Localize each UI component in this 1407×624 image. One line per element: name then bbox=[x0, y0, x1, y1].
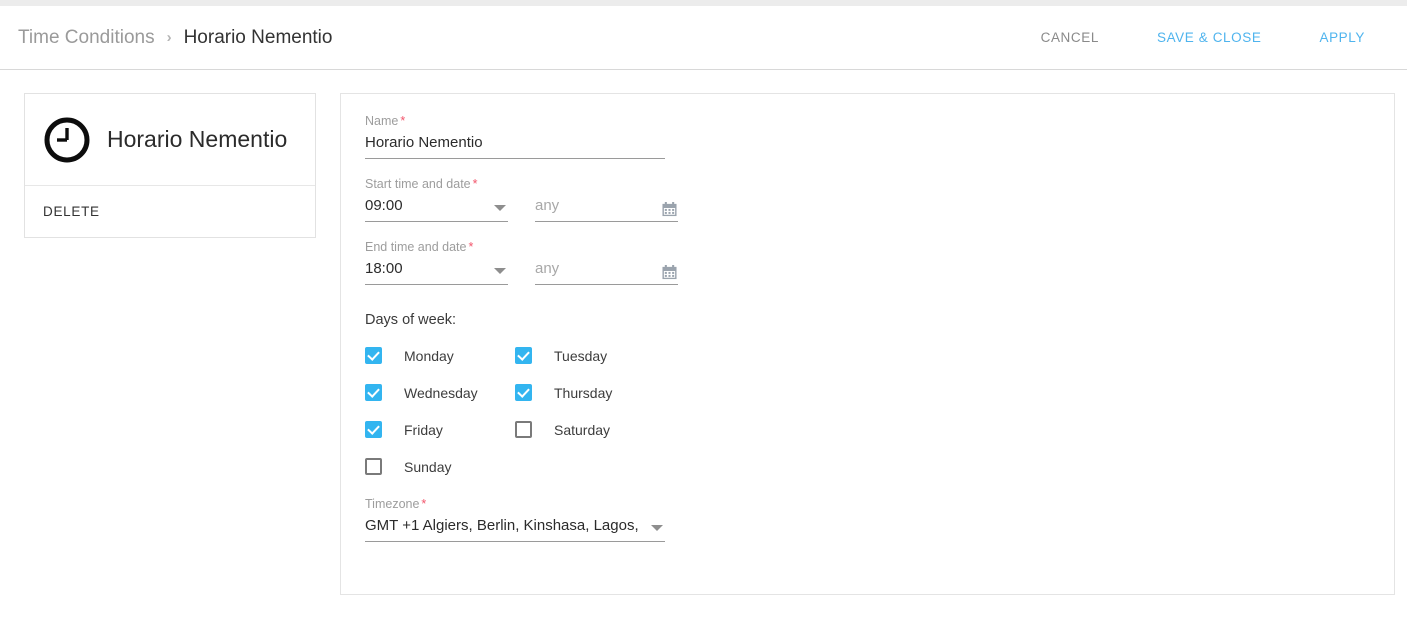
entity-title: Horario Nementio bbox=[107, 126, 287, 153]
timezone-select-wrap bbox=[365, 517, 665, 542]
name-label-text: Name bbox=[365, 114, 398, 128]
header-actions: CANCEL SAVE & CLOSE APPLY bbox=[1027, 22, 1389, 53]
day-checkbox-saturday[interactable]: Saturday bbox=[515, 421, 665, 438]
day-checkbox-tuesday[interactable]: Tuesday bbox=[515, 347, 665, 364]
day-checkbox-monday[interactable]: Monday bbox=[365, 347, 515, 364]
end-date-wrap bbox=[535, 260, 678, 285]
checkbox-checked-icon[interactable] bbox=[365, 347, 382, 364]
checkbox-checked-icon[interactable] bbox=[515, 384, 532, 401]
name-label: Name* bbox=[365, 114, 1394, 128]
start-inputs-row bbox=[365, 197, 1394, 222]
start-label-text: Start time and date bbox=[365, 177, 471, 191]
day-label: Sunday bbox=[404, 459, 451, 475]
entity-summary-card: Horario Nementio DELETE bbox=[24, 93, 316, 238]
end-date-input[interactable] bbox=[535, 260, 678, 285]
name-input[interactable] bbox=[365, 134, 665, 159]
cancel-button[interactable]: CANCEL bbox=[1027, 22, 1113, 53]
end-label-text: End time and date bbox=[365, 240, 466, 254]
start-field-block: Start time and date* bbox=[365, 177, 1394, 222]
entity-summary-actions: DELETE bbox=[25, 186, 315, 237]
day-label: Friday bbox=[404, 422, 443, 438]
required-asterisk: * bbox=[421, 497, 426, 511]
checkbox-unchecked-icon[interactable] bbox=[365, 458, 382, 475]
required-asterisk: * bbox=[473, 177, 478, 191]
end-field-block: End time and date* bbox=[365, 240, 1394, 285]
apply-button[interactable]: APPLY bbox=[1305, 22, 1379, 53]
day-checkbox-thursday[interactable]: Thursday bbox=[515, 384, 665, 401]
end-label: End time and date* bbox=[365, 240, 1394, 254]
day-checkbox-friday[interactable]: Friday bbox=[365, 421, 515, 438]
timezone-field-block: Timezone* bbox=[365, 497, 1394, 542]
days-of-week-label: Days of week: bbox=[365, 312, 1394, 328]
days-row: Wednesday Thursday bbox=[365, 384, 675, 401]
chevron-right-icon: › bbox=[167, 30, 172, 45]
checkbox-checked-icon[interactable] bbox=[365, 384, 382, 401]
end-time-select[interactable] bbox=[365, 260, 508, 285]
timezone-select[interactable] bbox=[365, 517, 665, 542]
day-label: Wednesday bbox=[404, 385, 478, 401]
time-condition-form: Name* Start time and date* bbox=[340, 93, 1395, 595]
start-time-select[interactable] bbox=[365, 197, 508, 222]
breadcrumb: Time Conditions › Horario Nementio bbox=[18, 28, 332, 47]
days-row: Friday Saturday bbox=[365, 421, 675, 438]
name-field-block: Name* bbox=[365, 114, 1394, 159]
start-time-select-wrap bbox=[365, 197, 508, 222]
start-date-input[interactable] bbox=[535, 197, 678, 222]
day-label: Monday bbox=[404, 348, 454, 364]
clock-icon bbox=[43, 116, 91, 164]
timezone-label: Timezone* bbox=[365, 497, 1394, 511]
day-label: Saturday bbox=[554, 422, 610, 438]
days-row: Sunday bbox=[365, 458, 675, 475]
breadcrumb-parent-link[interactable]: Time Conditions bbox=[18, 28, 155, 47]
end-inputs-row bbox=[365, 260, 1394, 285]
day-checkbox-sunday[interactable]: Sunday bbox=[365, 458, 515, 475]
checkbox-checked-icon[interactable] bbox=[365, 421, 382, 438]
required-asterisk: * bbox=[400, 114, 405, 128]
end-time-select-wrap bbox=[365, 260, 508, 285]
day-label: Tuesday bbox=[554, 348, 607, 364]
day-label: Thursday bbox=[554, 385, 612, 401]
delete-button[interactable]: DELETE bbox=[43, 198, 100, 225]
required-asterisk: * bbox=[468, 240, 473, 254]
days-of-week-grid: Monday Tuesday Wednesday Thursday Friday bbox=[365, 347, 675, 475]
days-row: Monday Tuesday bbox=[365, 347, 675, 364]
save-and-close-button[interactable]: SAVE & CLOSE bbox=[1143, 22, 1276, 53]
day-checkbox-wednesday[interactable]: Wednesday bbox=[365, 384, 515, 401]
page-header: Time Conditions › Horario Nementio CANCE… bbox=[0, 6, 1407, 70]
checkbox-checked-icon[interactable] bbox=[515, 347, 532, 364]
breadcrumb-current: Horario Nementio bbox=[184, 28, 333, 47]
timezone-label-text: Timezone bbox=[365, 497, 419, 511]
start-date-wrap bbox=[535, 197, 678, 222]
checkbox-unchecked-icon[interactable] bbox=[515, 421, 532, 438]
start-label: Start time and date* bbox=[365, 177, 1394, 191]
entity-summary-header: Horario Nementio bbox=[25, 94, 315, 186]
